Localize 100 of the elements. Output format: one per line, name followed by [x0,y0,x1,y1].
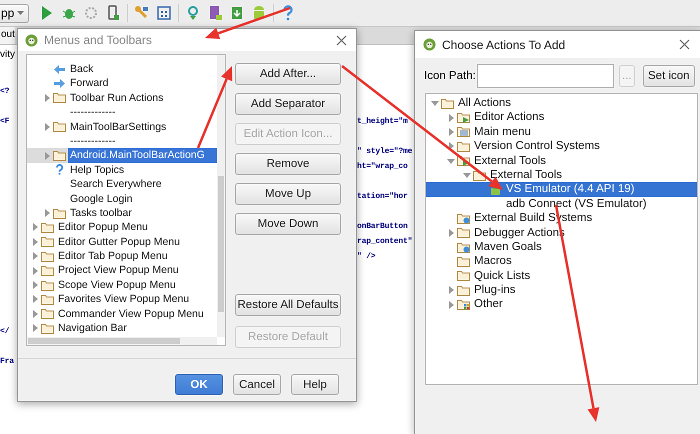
tree-item[interactable]: Search Everywhere [27,177,217,192]
expander-icon[interactable] [446,300,456,310]
folder-icon [457,256,470,267]
action-tree[interactable] [425,93,698,385]
code-text: ht="wrap_co [357,161,408,173]
tree-item[interactable]: Navigation Bar [27,321,217,336]
expander-icon[interactable] [42,208,52,218]
target-icon[interactable] [83,5,100,21]
action-tree[interactable] [26,54,226,346]
tree-item[interactable]: Help Topics [27,162,217,178]
scrollbar[interactable] [27,337,217,345]
tree-item[interactable]: Version Control Systems [426,139,697,154]
dialog-button[interactable]: Cancel [233,374,281,395]
question-mark-icon [53,164,66,176]
tree-item[interactable]: Scope View Popup Menu [27,278,217,292]
code-text: Fra [0,356,14,368]
separator-item[interactable]: ------------- [27,134,217,148]
folder-icon [41,265,54,276]
close-icon[interactable] [679,39,690,50]
tree-item[interactable]: Editor Tab Popup Menu [27,249,217,264]
folder-icon [457,284,470,296]
set-icon-button[interactable]: Set icon [642,65,695,87]
run-config-dropdown[interactable]: pp [0,4,30,22]
expander-icon[interactable] [42,122,52,132]
editor-tab[interactable]: out [0,27,15,44]
tree-item[interactable]: VS Emulator (4.4 API 19) [426,182,697,197]
folder-icon [41,280,54,291]
tree-item[interactable]: Project View Popup Menu [27,263,217,278]
tree-item[interactable]: Maven Goals [426,240,697,254]
tree-item[interactable]: Favorites View Popup Menu [27,292,217,307]
dialog-button[interactable]: Help [291,374,339,395]
expander-icon[interactable] [30,222,40,232]
tree-item[interactable]: External Tools [426,154,697,168]
tree-item[interactable]: Plug-ins [426,283,697,298]
expander-icon[interactable] [30,308,40,319]
tree-item[interactable]: Back [27,62,217,76]
code-text: onBarButton [357,221,408,233]
tree-item[interactable]: Editor Gutter Popup Menu [27,234,217,250]
tree-item[interactable]: Google Login [27,192,217,206]
expander-icon[interactable] [446,228,456,238]
device-icon[interactable] [207,5,224,21]
tree-item[interactable]: Android.MainToolBarActionG [27,148,217,163]
tree-item[interactable]: All Actions [426,96,697,110]
tree-item[interactable]: MainToolBarSettings [27,120,217,134]
action-button[interactable]: Restore All Defaults [235,294,341,316]
wrench-icon[interactable] [134,5,150,21]
expander-icon[interactable] [42,92,52,103]
folder-icon [457,212,470,224]
expander-icon[interactable] [30,294,40,304]
folder-icon [41,294,54,305]
code-text: t_height="m [357,116,408,128]
folder-icon [53,208,66,219]
tree-item[interactable]: Macros [426,254,697,269]
code-text: " /> [357,251,376,263]
expander-icon[interactable] [30,323,40,334]
expander-icon[interactable] [446,126,456,137]
code-text: " style="?me [357,146,412,158]
expander-icon[interactable] [30,266,40,276]
tree-item[interactable]: Editor Popup Menu [27,220,217,235]
folder-icon [41,322,54,334]
tree-item[interactable]: Main menu [426,124,697,140]
expander-icon[interactable] [30,251,40,262]
folder-icon [457,270,470,282]
action-button[interactable]: Move Up [235,183,341,205]
folder-icon [457,126,470,138]
tree-item[interactable]: adb Connect (VS Emulator) [426,196,697,212]
tree-item[interactable]: External Tools [426,168,697,182]
tree-item[interactable]: Forward [27,76,217,91]
code-text: <? [0,86,10,98]
tree-item[interactable]: Toolbar Run Actions [27,90,217,106]
folder-icon [457,299,470,310]
icon-path-field[interactable] [476,64,614,88]
expander-icon[interactable] [42,150,52,161]
tree-item[interactable]: Tasks toolbar [27,206,217,220]
folder-icon [53,150,66,162]
scrollbar[interactable] [217,55,225,337]
action-button[interactable]: Add Separator [235,93,341,115]
tree-item[interactable]: Commander View Popup Menu [27,306,217,322]
expander-icon[interactable] [430,98,440,108]
expander-icon[interactable] [30,280,40,290]
expander-icon[interactable] [446,112,456,123]
separator-item[interactable]: ------------- [27,105,217,120]
folder-icon [41,236,54,248]
tree-item[interactable]: Editor Actions [426,110,697,125]
action-button[interactable]: Move Down [235,213,341,235]
action-button[interactable]: Remove [235,153,341,175]
tree-item[interactable]: Other [426,297,697,312]
expander-icon[interactable] [462,170,472,180]
folder-icon [41,222,54,233]
expander-icon[interactable] [446,285,456,296]
grid-icon[interactable] [156,5,172,21]
folder-icon [53,92,66,104]
tree-item[interactable]: Quick Lists [426,268,697,284]
dialog-button[interactable]: OK [175,374,223,395]
expander-icon[interactable] [30,236,40,247]
caret-icon [17,10,24,16]
folder-icon [457,242,470,253]
close-icon[interactable] [336,34,347,46]
action-button[interactable]: Add After... [235,63,341,85]
dialog-title: Choose Actions To Add [442,38,566,52]
